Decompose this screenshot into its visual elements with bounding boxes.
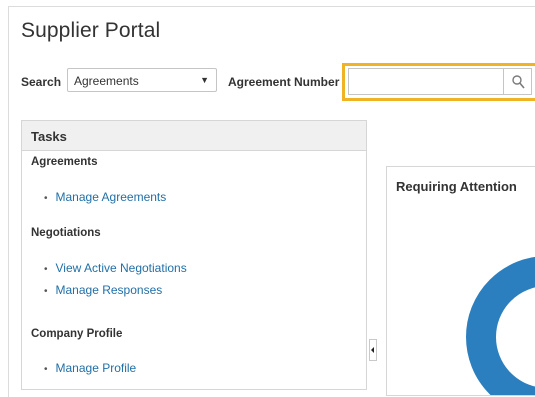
agreement-number-label: Agreement Number (228, 75, 340, 89)
bullet: • (44, 264, 48, 275)
dropdown-arrow-icon: ▼ (200, 75, 209, 85)
bullet: • (44, 193, 48, 204)
tasks-header: Tasks (22, 121, 366, 151)
task-link-label[interactable]: Manage Responses (56, 283, 163, 297)
search-type-select[interactable]: Agreements ▼ (67, 68, 217, 92)
search-button[interactable] (504, 68, 532, 95)
page-title: Supplier Portal (21, 19, 161, 42)
section-heading-negotiations: Negotiations (31, 227, 101, 239)
donut-ring (466, 256, 535, 395)
bullet: • (44, 286, 48, 297)
search-label: Search (21, 75, 62, 89)
attention-donut-chart (466, 256, 535, 395)
task-link-manage-responses[interactable]: • Manage Responses (44, 283, 162, 297)
task-link-manage-agreements[interactable]: • Manage Agreements (44, 190, 166, 204)
task-link-label[interactable]: Manage Agreements (56, 190, 167, 204)
search-icon (512, 75, 525, 89)
panel-splitter-handle[interactable] (369, 339, 377, 361)
search-type-value: Agreements (74, 74, 139, 88)
collapse-left-icon (371, 347, 374, 353)
section-heading-agreements: Agreements (31, 156, 98, 168)
section-heading-company-profile: Company Profile (31, 328, 123, 340)
task-link-manage-profile[interactable]: • Manage Profile (44, 361, 136, 375)
task-link-label[interactable]: Manage Profile (56, 361, 137, 375)
tasks-title: Tasks (31, 129, 67, 144)
tasks-panel: Tasks Agreements • Manage Agreements Nego… (21, 120, 367, 390)
bullet: • (44, 364, 48, 375)
requiring-attention-panel: Requiring Attention (386, 166, 535, 396)
task-link-label[interactable]: View Active Negotiations (56, 261, 187, 275)
agreement-number-input[interactable] (348, 68, 504, 95)
task-link-view-active-negotiations[interactable]: • View Active Negotiations (44, 261, 187, 275)
